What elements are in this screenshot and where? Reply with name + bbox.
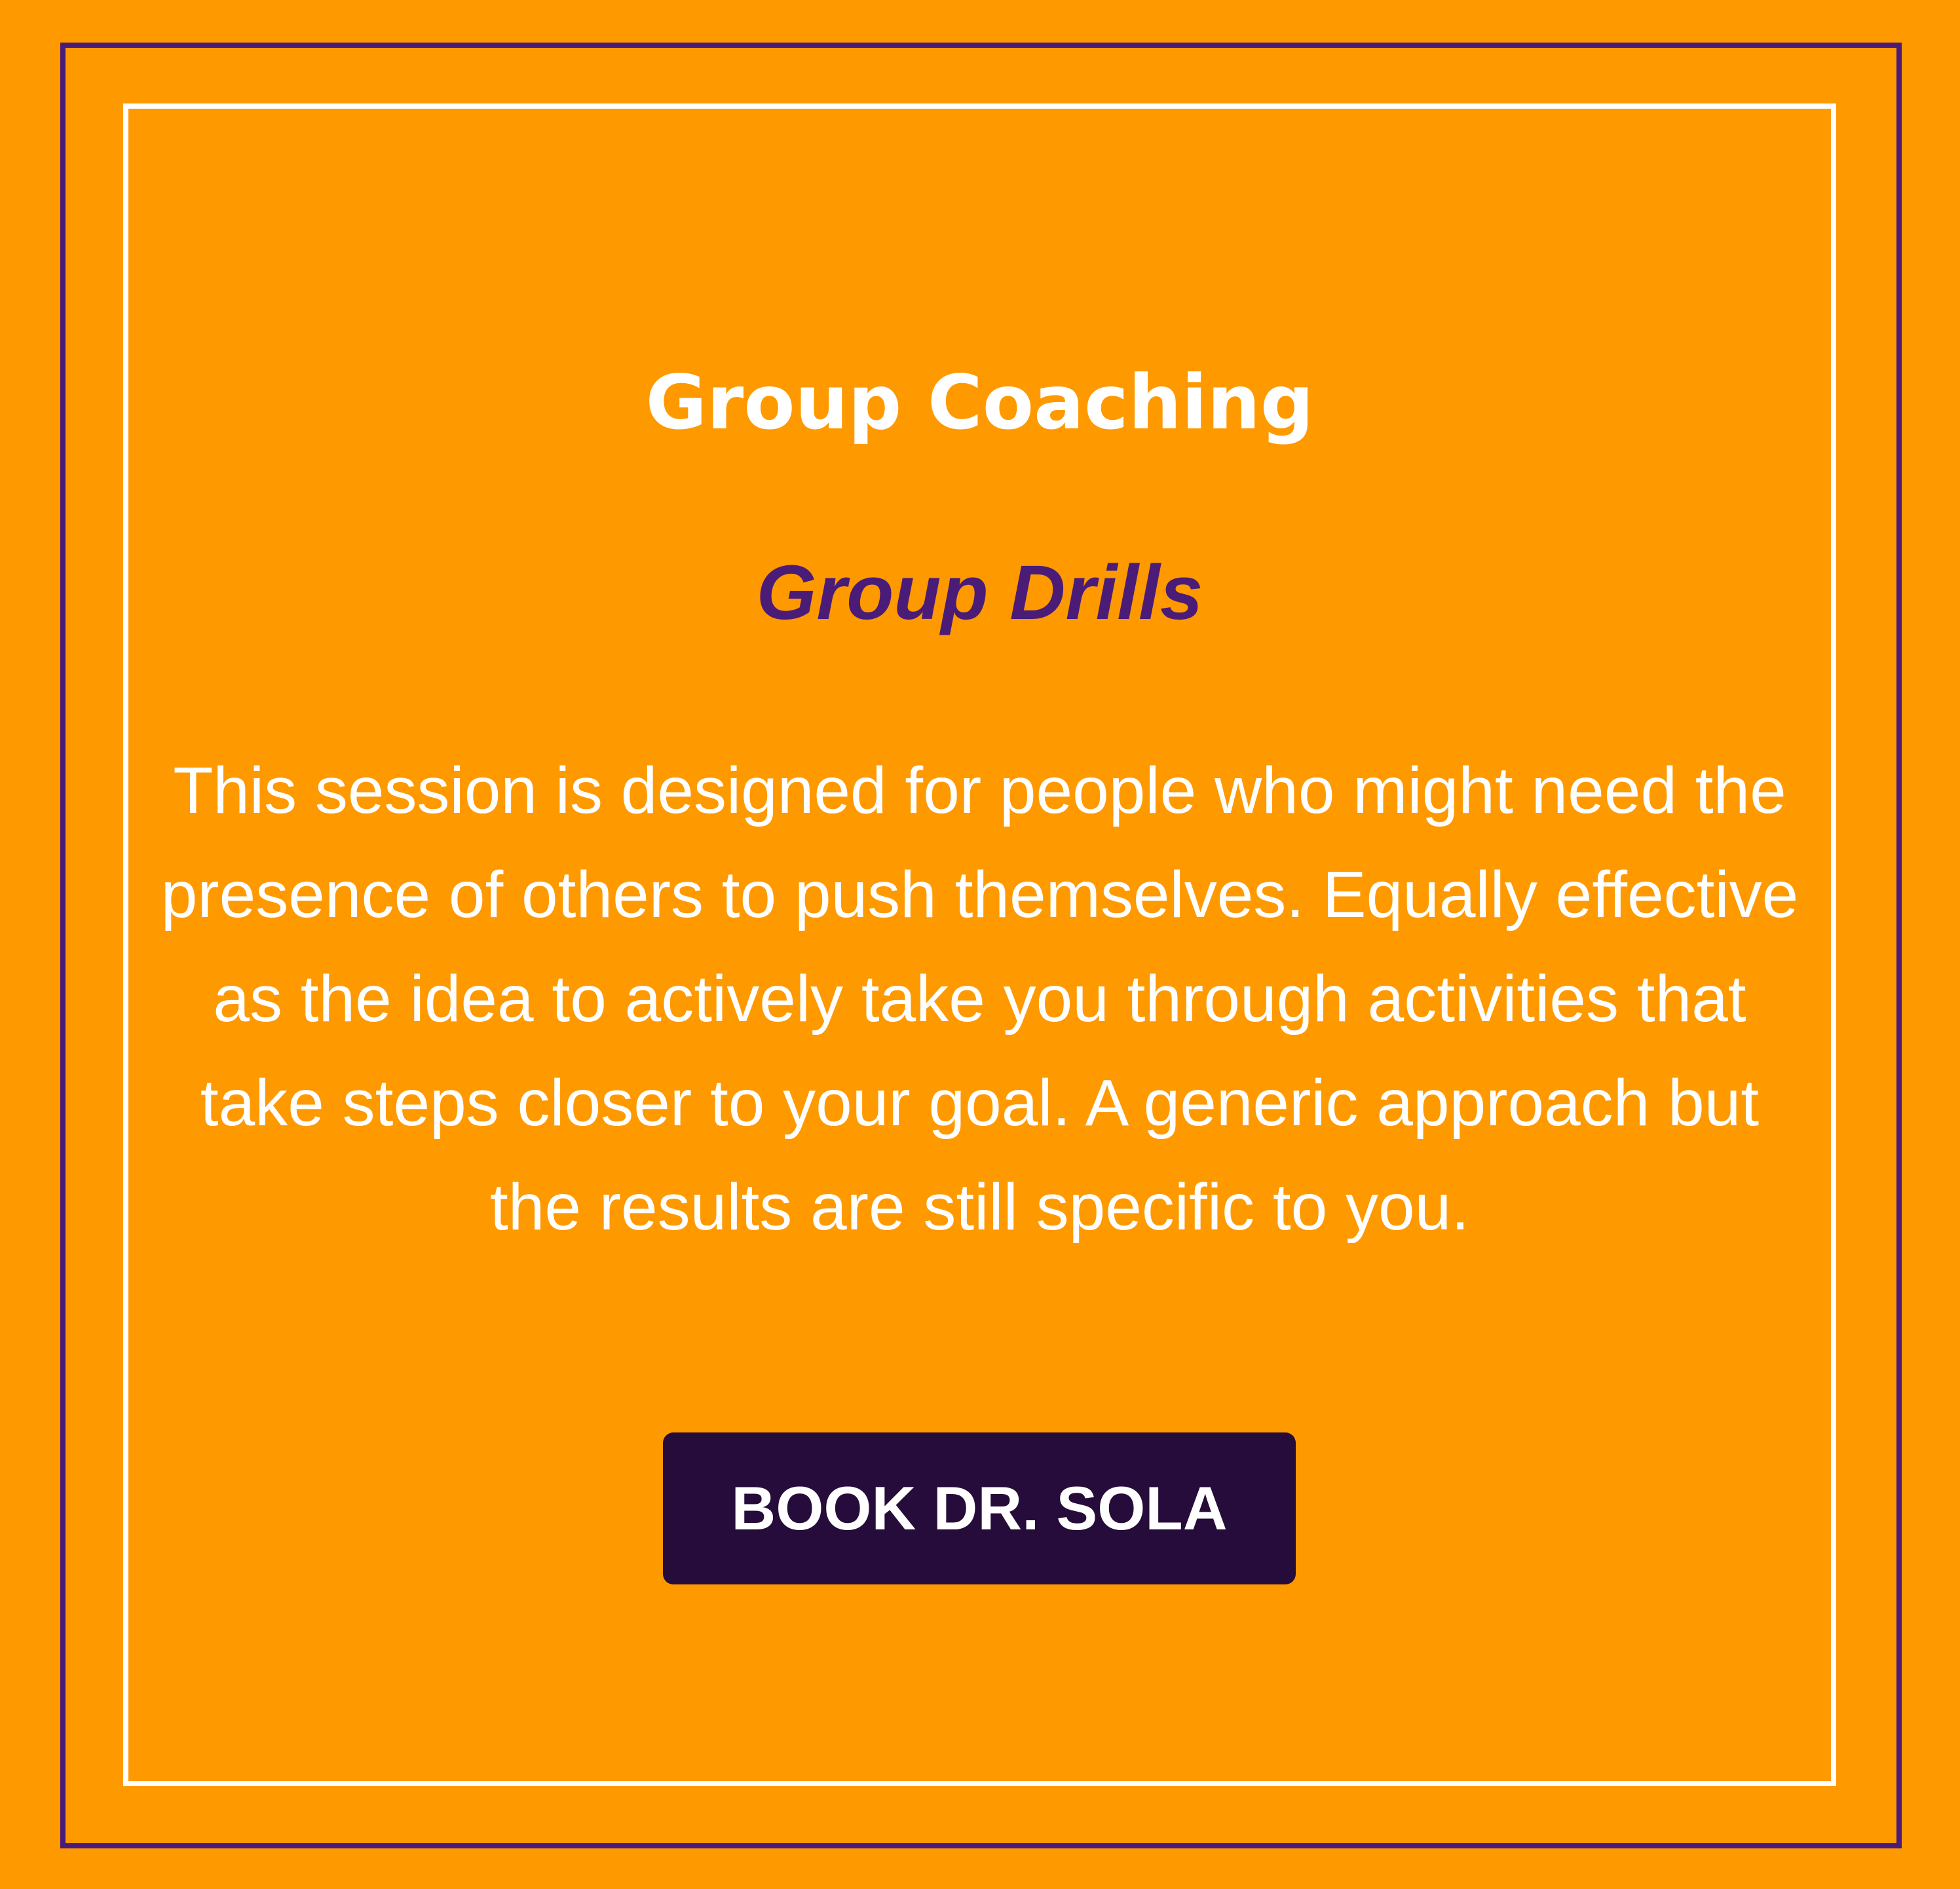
book-button[interactable]: BOOK DR. SOLA bbox=[663, 1432, 1296, 1584]
service-card-content: Group Coaching Group Drills This session… bbox=[123, 103, 1836, 1786]
card-description: This session is designed for people who … bbox=[160, 754, 1799, 1244]
card-title: Group Coaching bbox=[645, 359, 1314, 446]
service-card-page: Group Coaching Group Drills This session… bbox=[0, 0, 1960, 1889]
card-subtitle: Group Drills bbox=[756, 550, 1203, 636]
